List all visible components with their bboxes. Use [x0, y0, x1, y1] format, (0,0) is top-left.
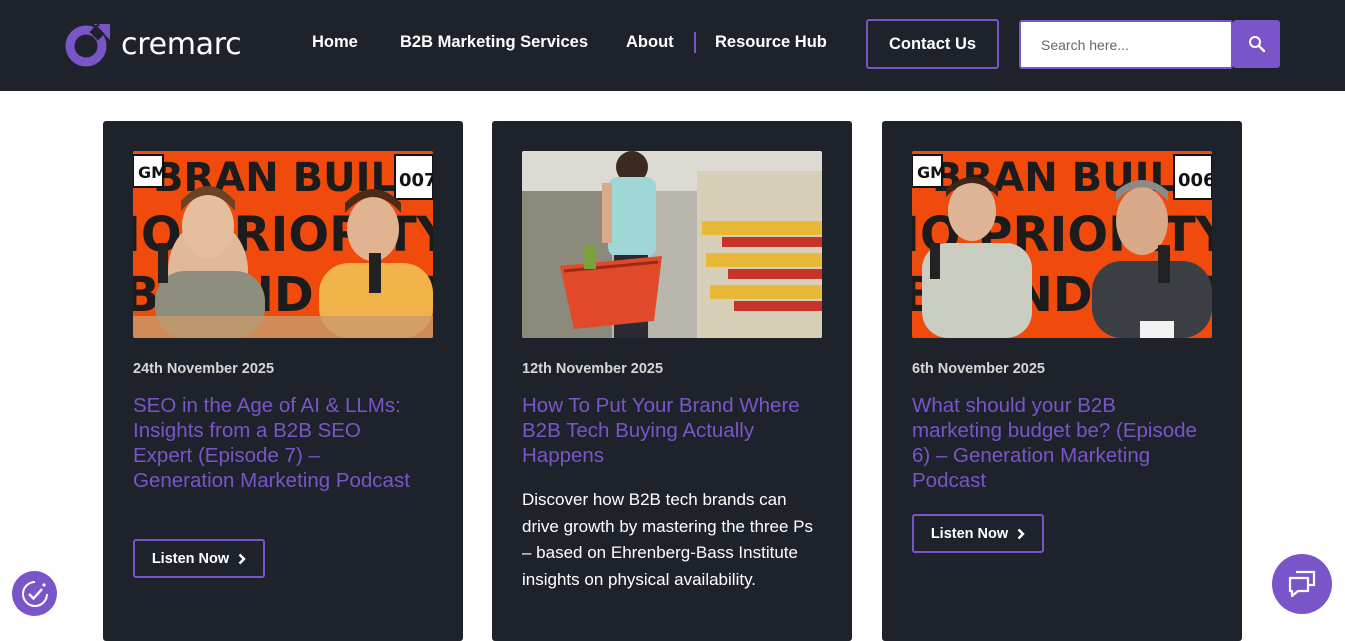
chat-icon: [1288, 570, 1316, 598]
thumbnail-badge: GM: [917, 163, 946, 182]
podcast-thumbnail-image: BRAN BUILDING IO PRIORITY FOR B2 BRAND B…: [912, 151, 1212, 338]
article-date: 6th November 2025: [912, 361, 1045, 377]
podcast-thumbnail[interactable]: BRAN BUILDING IO PRIORITY FOR B2 BRAND B…: [912, 151, 1212, 338]
search-icon: [1248, 36, 1265, 53]
podcast-thumbnail-image: BRAN BUILDING IO PRIORITY FOR B2 BRAND B…: [133, 151, 433, 338]
logo-text: cremarc: [121, 26, 242, 62]
article-card: 12th November 2025 How To Put Your Brand…: [492, 121, 852, 641]
search-input[interactable]: [1019, 20, 1233, 69]
listen-now-label: Listen Now: [930, 525, 1009, 542]
nav-item-resource-hub[interactable]: Resource Hub: [715, 33, 827, 52]
listen-now-button[interactable]: Listen Now: [912, 514, 1044, 553]
article-description: Discover how B2B tech brands can drive g…: [522, 490, 814, 589]
cremarc-logo[interactable]: cremarc: [64, 20, 242, 68]
supermarket-shopper-image: [522, 151, 822, 338]
accessibility-button[interactable]: [12, 571, 57, 616]
nav-item-home[interactable]: Home: [312, 33, 358, 52]
thumbnail-episode-number: 007: [399, 170, 433, 191]
nav-divider: [694, 32, 696, 53]
article-title-link[interactable]: How To Put Your Brand Where B2B Tech Buy…: [522, 393, 814, 468]
article-card: BRAN BUILDING IO PRIORITY FOR B2 BRAND B…: [882, 121, 1242, 641]
podcast-thumbnail[interactable]: BRAN BUILDING IO PRIORITY FOR B2 BRAND B…: [133, 151, 433, 338]
article-date: 12th November 2025: [522, 361, 664, 377]
article-title-link[interactable]: SEO in the Age of AI & LLMs: Insights fr…: [133, 393, 425, 493]
logo-mark-icon: [65, 23, 110, 67]
article-card: BRAN BUILDING IO PRIORITY FOR B2 BRAND B…: [103, 121, 463, 641]
search-button[interactable]: [1233, 20, 1280, 68]
nav-item-b2b-marketing-services[interactable]: B2B Marketing Services: [400, 33, 588, 52]
contact-us-button[interactable]: Contact Us: [866, 19, 999, 69]
thumbnail-badge: GM: [138, 163, 167, 182]
listen-now-label: Listen Now: [151, 550, 230, 567]
chevron-right-icon: [1017, 528, 1025, 539]
site-header: cremarc Home B2B Marketing Services Abou…: [0, 0, 1345, 91]
listen-now-button[interactable]: Listen Now: [133, 539, 265, 578]
nav-item-about[interactable]: About: [626, 33, 674, 52]
chat-button[interactable]: [1272, 554, 1332, 614]
article-title-link[interactable]: What should your B2B marketing budget be…: [912, 393, 1204, 493]
chevron-right-icon: [238, 553, 246, 564]
article-thumbnail[interactable]: [522, 151, 822, 338]
article-date: 24th November 2025: [133, 361, 275, 377]
accessibility-icon: [21, 580, 48, 607]
thumbnail-episode-number: 006: [1178, 170, 1212, 191]
